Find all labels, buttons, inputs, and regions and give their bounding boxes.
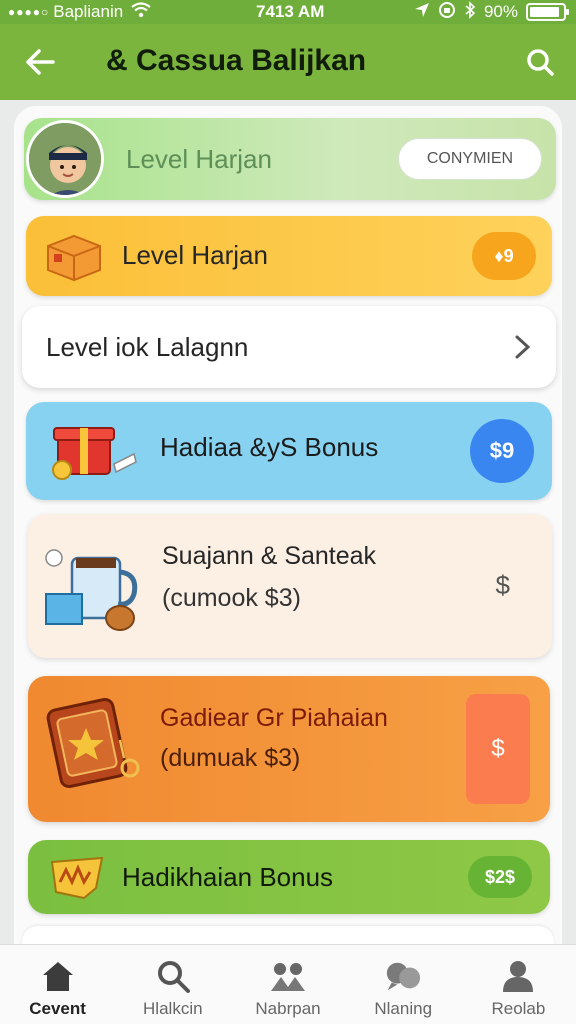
reward-card[interactable]: Suajann & Santeak (cumook $3) $ <box>28 514 552 658</box>
card-sublabel: (cumook $3) <box>162 584 301 612</box>
coin-badge: $2$ <box>468 856 532 898</box>
nav-item-search[interactable]: Hlalkcin <box>115 945 230 1024</box>
bluetooth-icon <box>464 0 476 24</box>
crown-icon <box>46 852 106 907</box>
carrier-name: Baplianin <box>53 2 124 21</box>
wifi-icon <box>131 2 151 22</box>
gift-box-icon <box>48 418 138 489</box>
status-time: 7413 AM <box>256 2 325 21</box>
nav-label: Nabrpan <box>255 999 321 1018</box>
avatar <box>26 120 104 198</box>
lock-rotation-icon <box>438 1 456 24</box>
profile-level-card[interactable]: Level Harjan CONYMIEN <box>24 118 556 200</box>
card-label: Hadikhaian Bonus <box>122 862 334 892</box>
profile-icon <box>499 957 537 995</box>
nav-label: Nlaning <box>374 999 433 1018</box>
price-tag[interactable]: $ <box>466 694 530 804</box>
home-icon <box>39 957 77 995</box>
mug-icon <box>42 544 142 639</box>
signal-indicator: ●●●●○ <box>8 5 50 19</box>
card-label: Gadiear Gr Piahaian <box>160 704 388 732</box>
bottom-nav: Cevent Hlalkcin Nabrpan Nlaning Reolab <box>0 944 576 1024</box>
nav-item-chat[interactable]: Nlaning <box>346 945 461 1024</box>
nav-item-people[interactable]: Nabrpan <box>230 945 345 1024</box>
card-label: Hadiaa &yS Bonus <box>160 432 379 462</box>
chevron-right-icon[interactable] <box>508 332 538 362</box>
coin-badge: $9 <box>470 419 534 483</box>
battery-percent: 90% <box>483 2 518 21</box>
card-label: Suajann & Santeak <box>162 542 377 570</box>
card-label: Level iok Lalagnn <box>46 332 249 362</box>
card-label: Level Harjan <box>126 144 272 174</box>
nav-label: Hlalkcin <box>143 999 203 1018</box>
bonus-card[interactable]: Hadiaa &yS Bonus $9 <box>26 402 552 500</box>
nav-label: Reolab <box>491 999 546 1018</box>
box-icon <box>44 230 104 287</box>
level-card[interactable]: Level Harjan ♦9 <box>26 216 552 296</box>
badge-icon <box>44 697 146 803</box>
connect-button[interactable]: CONYMIEN <box>398 138 542 180</box>
search-icon[interactable] <box>522 44 558 80</box>
nav-item-home[interactable]: Cevent <box>0 945 115 1024</box>
location-icon <box>414 2 430 23</box>
status-bar: ●●●●○ Baplianin 7413 AM 90% <box>0 0 576 24</box>
level-list-card[interactable]: Level iok Lalagnn <box>22 306 556 388</box>
card-sublabel: (dumuak $3) <box>160 744 301 772</box>
search-icon <box>154 957 192 995</box>
app-header: & Cassua Balijkan <box>0 24 576 100</box>
nav-label: Cevent <box>29 999 86 1018</box>
bonus-green-card[interactable]: Hadikhaian Bonus $2$ <box>28 840 550 914</box>
coin-badge: ♦9 <box>472 232 536 280</box>
people-icon <box>269 957 307 995</box>
back-arrow-icon[interactable] <box>22 44 58 80</box>
battery-icon <box>526 3 569 21</box>
premium-card[interactable]: Gadiear Gr Piahaian (dumuak $3) $ <box>28 676 550 822</box>
page-title: & Cassua Balijkan <box>106 44 367 77</box>
chat-icon <box>384 957 422 995</box>
card-value: $ <box>495 570 510 600</box>
card-label: Level Harjan <box>122 240 268 270</box>
nav-item-profile[interactable]: Reolab <box>461 945 576 1024</box>
